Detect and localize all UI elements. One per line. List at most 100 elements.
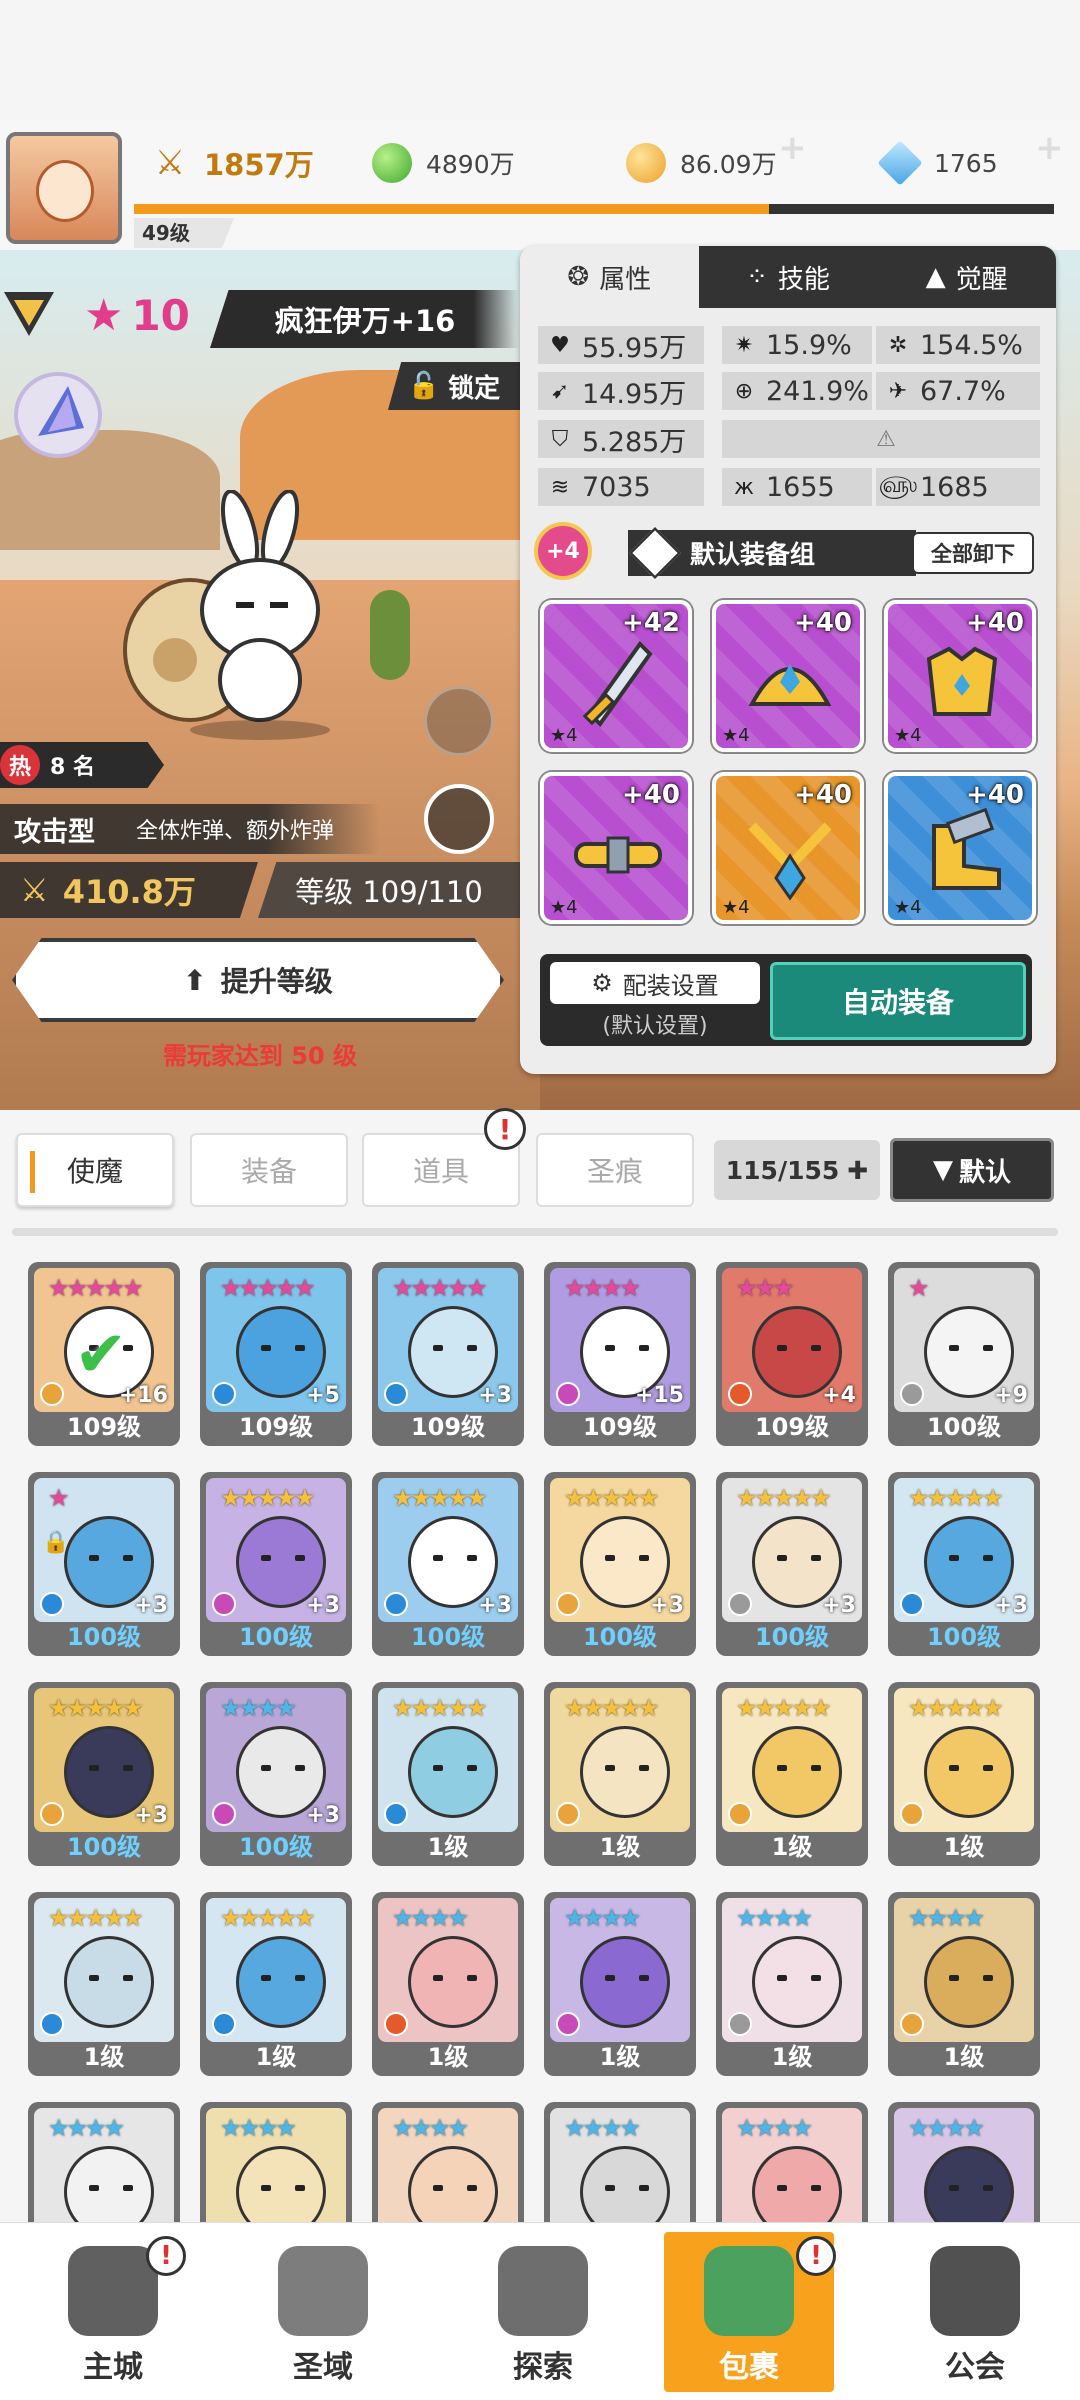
nav-label: 主城 xyxy=(83,2350,143,2385)
upgrade-level-button[interactable]: ⬆ 提升等级 xyxy=(12,938,504,1022)
familiar-level: 109级 xyxy=(582,1413,658,1441)
rarity-stars: ★★★★ xyxy=(736,1904,813,1932)
familiar-plus: +3 xyxy=(478,1383,512,1408)
familiar-card[interactable]: ★★★★ 1级 xyxy=(888,1892,1040,2076)
hero-power-value: 410.8万 xyxy=(62,873,196,911)
diamond-display[interactable]: 1765 + xyxy=(877,128,1064,186)
stat-value: 5.285万 xyxy=(582,426,687,458)
equipment-slot-sword[interactable]: +42 ★4 xyxy=(540,600,692,752)
capacity-display[interactable]: 115/155 ✚ xyxy=(714,1140,880,1200)
unequip-all-button[interactable]: 全部卸下 xyxy=(912,532,1034,574)
familiar-portrait: ★★★ +4 xyxy=(722,1268,862,1412)
lock-button[interactable]: 🔓 锁定 xyxy=(388,362,520,410)
familiar-card[interactable]: ★★★ +4 109级 xyxy=(716,1262,868,1446)
familiar-portrait: ★ +3 🔒 xyxy=(34,1478,174,1622)
element-icon xyxy=(384,1802,408,1826)
familiar-card[interactable]: ★ +3 🔒 100级 xyxy=(28,1472,180,1656)
rarity-stars: ★★★★ xyxy=(48,2114,125,2142)
familiar-portrait: ★★★★★ xyxy=(894,1688,1034,1832)
coin-display[interactable]: 86.09万 + xyxy=(626,128,807,186)
familiar-card[interactable]: ★★★★★ 1级 xyxy=(716,1682,868,1866)
add-coin-icon[interactable]: + xyxy=(778,128,807,168)
familiar-card[interactable]: ★★★★ +3 100级 xyxy=(200,1682,352,1866)
familiar-card[interactable]: ★★★★ xyxy=(28,2102,180,2222)
tab-attributes[interactable]: ❂ 属性 xyxy=(520,246,699,308)
equipment-slot-belt[interactable]: +40 ★4 xyxy=(540,772,692,924)
nav-vortex[interactable]: 圣域 xyxy=(238,2232,408,2392)
familiar-card[interactable]: ★★★★★ 1级 xyxy=(200,1892,352,2076)
familiar-card[interactable]: ★★★★ xyxy=(544,2102,696,2222)
equipment-slot-boots[interactable]: +40 ★4 xyxy=(884,772,1036,924)
plus-icon[interactable]: ✚ xyxy=(847,1156,868,1185)
element-icon xyxy=(212,2012,236,2036)
familiar-level: 109级 xyxy=(410,1413,486,1441)
tab-equipment[interactable]: 装备 xyxy=(190,1133,348,1207)
familiar-card[interactable]: ★★★★ 1级 xyxy=(544,1892,696,2076)
player-avatar[interactable] xyxy=(6,132,122,244)
familiar-card[interactable]: ★ +9 100级 xyxy=(888,1262,1040,1446)
element-icon xyxy=(212,1802,236,1826)
enhance-level: +40 xyxy=(966,780,1024,810)
rank-text: 8 名 xyxy=(50,755,95,780)
tab-awaken[interactable]: ▲ 觉醒 xyxy=(877,246,1057,308)
view-skin-icon[interactable] xyxy=(424,686,494,756)
hero-type-desc: 全体炸弹、额外炸弹 xyxy=(136,819,335,844)
familiar-card[interactable]: ★★★★★ +3 109级 xyxy=(372,1262,524,1446)
hero-class-icon[interactable] xyxy=(14,372,102,458)
tab-stigmata[interactable]: 圣痕 xyxy=(536,1133,694,1207)
attack-icon: ➹ xyxy=(550,378,570,404)
enhance-level: +40 xyxy=(622,780,680,810)
rarity-tier-icon xyxy=(0,288,58,340)
arrow-up-icon: ⬆ xyxy=(183,963,207,997)
familiar-card[interactable]: ★★★★★ 1级 xyxy=(888,1682,1040,1866)
familiar-level: 100级 xyxy=(926,1623,1002,1651)
equipped-check-icon: ✔ xyxy=(74,1318,128,1392)
equip-bonus-badge[interactable]: +4 xyxy=(534,522,592,580)
tab-familiars[interactable]: 使魔 xyxy=(16,1133,174,1207)
equipment-slot-armor[interactable]: +40 ★4 xyxy=(884,600,1036,752)
familiar-card[interactable]: ★★★★★ +3 100级 xyxy=(372,1472,524,1656)
nav-guild[interactable]: 公会 xyxy=(890,2232,1060,2392)
familiar-card[interactable]: ★★★★ xyxy=(716,2102,868,2222)
warning-icon: ⚠ xyxy=(876,426,896,452)
familiar-card[interactable]: ★★★★★ +5 109级 xyxy=(200,1262,352,1446)
rotate-view-icon[interactable] xyxy=(424,784,494,854)
rarity-stars: ★★★★ xyxy=(392,1904,469,1932)
loadout-settings-button[interactable]: ⚙ 配装设置 xyxy=(550,962,760,1004)
items-alert-icon: ! xyxy=(484,1108,526,1150)
familiar-card[interactable]: ★★★★★ +3 100级 xyxy=(888,1472,1040,1656)
familiar-card[interactable]: ★★★★★ 1级 xyxy=(544,1682,696,1866)
familiar-card[interactable]: ★★★★★ +3 100级 xyxy=(200,1472,352,1656)
familiar-card[interactable]: ★★★★★ +3 100级 xyxy=(28,1682,180,1866)
familiar-card[interactable]: ★★★★★ 1级 xyxy=(28,1892,180,2076)
familiar-portrait: ★★★★★ xyxy=(378,1688,518,1832)
nav-sword-stone[interactable]: 探索 xyxy=(458,2232,628,2392)
tab-skills[interactable]: ⁘ 技能 xyxy=(698,246,878,308)
sort-dropdown[interactable]: ▼ 默认 xyxy=(890,1138,1054,1202)
familiar-level: 1级 xyxy=(255,2043,297,2071)
familiar-card[interactable]: ★★★★ xyxy=(372,2102,524,2222)
familiar-card[interactable]: ★★★★★ +3 100级 xyxy=(716,1472,868,1656)
hero-bunny-sprite[interactable] xyxy=(120,490,340,740)
divider xyxy=(12,1228,1058,1236)
rarity-stars: ★★★★ xyxy=(564,2114,641,2142)
familiar-card[interactable]: ★★★★ xyxy=(200,2102,352,2222)
familiar-card[interactable]: ★★★★★ +3 100级 xyxy=(544,1472,696,1656)
equipment-slot-necklace[interactable]: +40 ★4 xyxy=(712,772,864,924)
familiar-card[interactable]: ★★★★ 1级 xyxy=(716,1892,868,2076)
rarity-stars: ★★★★★ xyxy=(48,1904,144,1932)
familiar-level: 1级 xyxy=(771,1833,813,1861)
sword-stone-icon xyxy=(498,2246,588,2336)
familiar-card[interactable]: ★★★★ 1级 xyxy=(372,1892,524,2076)
popularity-rank[interactable]: 热 8 名 xyxy=(0,742,164,788)
auto-equip-button[interactable]: 自动装备 xyxy=(770,962,1026,1040)
add-diamond-icon[interactable]: + xyxy=(1035,128,1064,168)
familiar-card[interactable]: ★★★★★ 1级 xyxy=(372,1682,524,1866)
familiar-card[interactable]: ★★★★★ +16 ✔ 109级 xyxy=(28,1262,180,1446)
familiar-card[interactable]: ★★★★ +15 109级 xyxy=(544,1262,696,1446)
familiar-level: 100级 xyxy=(754,1623,830,1651)
familiar-card[interactable]: ★★★★ xyxy=(888,2102,1040,2222)
equipment-slot-helmet[interactable]: +40 ★4 xyxy=(712,600,864,752)
lock-icon: 🔒 xyxy=(42,1530,70,1555)
rarity-stars: ★★★★★ xyxy=(220,1484,316,1512)
